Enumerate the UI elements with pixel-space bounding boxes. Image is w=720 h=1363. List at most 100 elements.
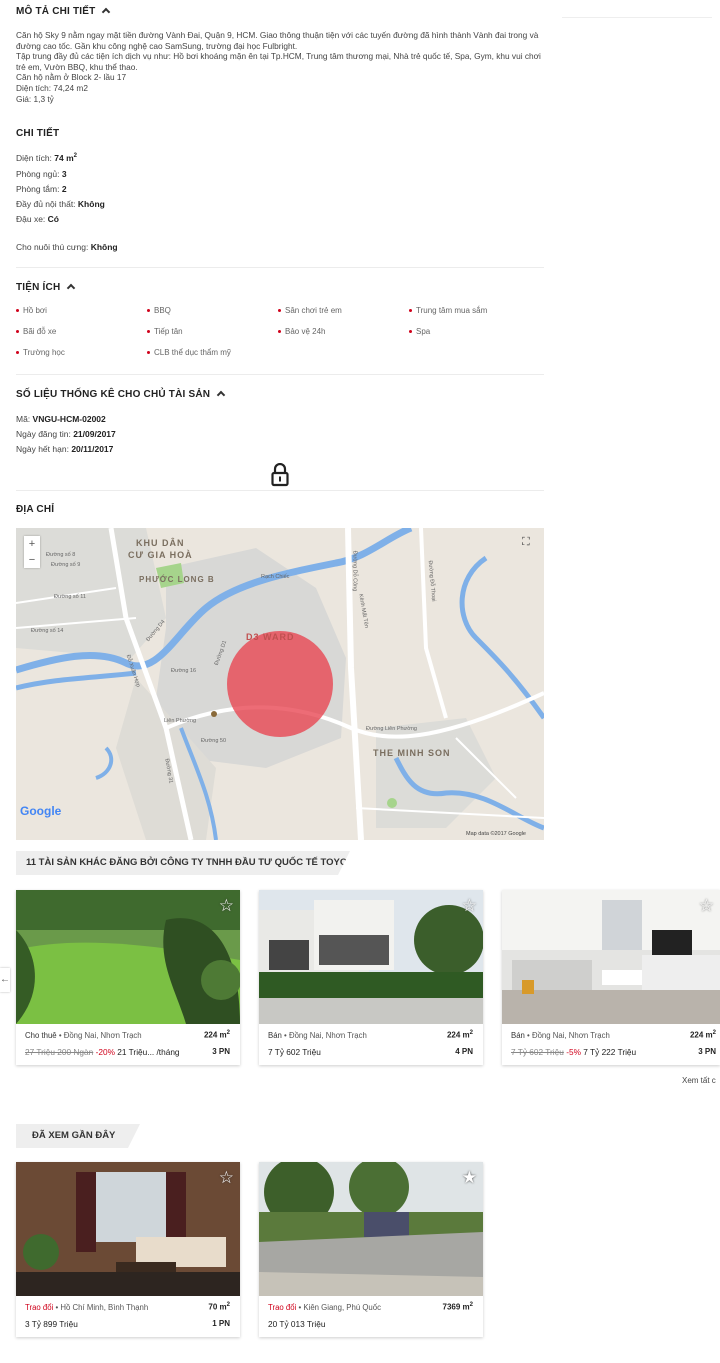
stats-header[interactable]: SỐ LIỆU THỐNG KÊ CHO CHỦ TÀI SẢN (16, 389, 226, 400)
listing-image[interactable] (502, 890, 720, 1024)
amenity-item: Hồ bơi (16, 306, 47, 315)
map-label: THE MINH SON (373, 748, 451, 758)
listing-rooms: 4 PN (455, 1047, 473, 1056)
listing-card[interactable]: ☆ Bán • Đồng Nai, Nhơn Trạch 224 m2 7 Tỷ… (259, 890, 483, 1065)
lock-icon[interactable] (271, 463, 289, 487)
zoom-control[interactable]: + − (24, 536, 40, 568)
recent-card[interactable]: ★ Trao đổi • Kiên Giang, Phú Quốc 7369 m… (259, 1162, 483, 1337)
listing-image[interactable] (259, 1162, 483, 1296)
street-label: Rạch Chiếc (261, 574, 290, 580)
recent-card[interactable]: ☆ Trao đổi • Hồ Chí Minh, Bình Thạnh 70 … (16, 1162, 240, 1337)
amenity-item: Sân chơi trẻ em (278, 306, 342, 315)
street-label: Đường Liên Phường (366, 726, 417, 732)
listing-location: Bán • Đồng Nai, Nhơn Trạch (511, 1031, 610, 1040)
zoom-out-button[interactable]: − (24, 552, 40, 568)
map-label: CƯ GIA HOÀ (128, 550, 193, 560)
amenity-item: Trường học (16, 348, 65, 357)
listing-image[interactable] (16, 890, 240, 1024)
recently-viewed-banner: ĐÃ XEM GẦN ĐÂY (16, 1124, 140, 1148)
listing-area: 224 m2 (446, 1030, 473, 1040)
description-text: Căn hộ Sky 9 nằm ngay mặt tiền đường Vàn… (16, 30, 544, 104)
listing-location: Trao đổi • Kiên Giang, Phú Quốc (268, 1303, 381, 1312)
map-data-attribution: Map data ©2017 Google (465, 831, 526, 837)
stat-expire: Ngày hết hạn: 20/11/2017 (16, 444, 114, 454)
google-logo: Google (20, 804, 62, 818)
map-label: PHƯỚC LONG B (139, 575, 215, 584)
amenity-item: Spa (409, 327, 430, 336)
star-icon[interactable]: ★ (462, 1168, 477, 1188)
street-label: Đường Dỗ Công (351, 550, 358, 592)
map-label: KHU DÂN (136, 538, 185, 548)
listing-price: 20 Tỷ 013 Triệu (268, 1319, 326, 1329)
listing-image[interactable] (259, 890, 483, 1024)
listing-card[interactable]: ☆ Bán • Đồng Nai, Nhơn Trạch 224 m2 7 Tỷ… (502, 890, 720, 1065)
listing-area: 7369 m2 (442, 1302, 473, 1312)
amenity-item: Bảo vệ 24h (278, 327, 325, 336)
listing-location: Bán • Đồng Nai, Nhơn Trạch (268, 1031, 367, 1040)
listing-card[interactable]: ☆ Cho thuê • Đồng Nai, Nhơn Trạch 224 m2… (16, 890, 240, 1065)
chevron-up-icon[interactable] (102, 7, 111, 17)
amenities-header[interactable]: TIỆN ÍCH (16, 282, 76, 293)
description-line: Diện tích: 74,24 m2 (16, 82, 88, 93)
street-label: Liên Phường (164, 718, 197, 724)
description-title: MÔ TẢ CHI TIẾT (16, 6, 96, 17)
listing-area: 224 m2 (689, 1030, 716, 1040)
description-header[interactable]: MÔ TẢ CHI TIẾT (16, 6, 111, 17)
street-label: Đường số 11 (54, 594, 86, 600)
detail-pets: Cho nuôi thú cưng: Không (16, 242, 118, 252)
chevron-up-icon[interactable] (216, 390, 226, 400)
details-title: CHI TIẾT (16, 128, 60, 139)
map[interactable]: + − ⛶ KHU DÂN CƯ GIA HOÀ PHƯỚC LONG B D3… (16, 528, 544, 840)
listing-rooms: 3 PN (698, 1047, 716, 1056)
carousel-prev-button[interactable]: ← (0, 968, 10, 992)
description-line: Căn hộ nằm ở Block 2- lầu 17 (16, 72, 127, 83)
listing-area: 224 m2 (203, 1030, 230, 1040)
detail-area: Diện tích: 74 m2 (16, 153, 77, 163)
address-title: ĐỊA CHỈ (16, 504, 55, 515)
listing-price: 27 Triệu 200 Ngàn -20% 21 Triệu... /thán… (25, 1047, 180, 1057)
street-label: Đường số 14 (31, 628, 64, 634)
amenities-title: TIỆN ÍCH (16, 282, 61, 293)
listing-price: 7 Tỷ 602 Triệu -5% 7 Tỷ 222 Triệu (511, 1047, 637, 1057)
street-label: Đường số 8 (46, 552, 76, 558)
amenity-item: Tiếp tân (147, 327, 183, 336)
other-listings-banner: 11 TÀI SẢN KHÁC ĐĂNG BỞI CÔNG TY TNHH ĐẦ… (16, 851, 350, 875)
amenity-item: CLB thể dục thẩm mỹ (147, 348, 231, 357)
listing-location: Trao đổi • Hồ Chí Minh, Bình Thạnh (25, 1303, 149, 1312)
top-divider (562, 17, 712, 18)
zoom-in-button[interactable]: + (24, 536, 40, 552)
chevron-up-icon[interactable] (67, 283, 76, 293)
listing-location: Cho thuê • Đồng Nai, Nhơn Trạch (25, 1031, 142, 1040)
listing-rooms: 3 PN (212, 1047, 230, 1056)
detail-bedrooms: Phòng ngủ: 3 (16, 169, 67, 179)
amenity-item: Trung tâm mua sắm (409, 306, 487, 315)
fullscreen-icon[interactable]: ⛶ (522, 536, 536, 550)
listing-rooms: 1 PN (212, 1319, 230, 1328)
description-line: Giá: 1,3 tỷ (16, 93, 54, 104)
star-icon[interactable]: ☆ (699, 896, 714, 916)
listing-area: 70 m2 (208, 1302, 230, 1312)
map-label: D3 WARD (246, 632, 295, 642)
star-icon[interactable]: ☆ (219, 1168, 234, 1188)
stats-title: SỐ LIỆU THỐNG KÊ CHO CHỦ TÀI SẢN (16, 389, 211, 400)
divider (16, 490, 544, 491)
star-icon[interactable]: ☆ (462, 896, 477, 916)
stat-posted: Ngày đăng tin: 21/09/2017 (16, 429, 116, 439)
description-line: Tập trung đầy đủ các tiện ích dịch vụ nh… (16, 51, 541, 72)
description-line: Căn hộ Sky 9 nằm ngay mặt tiền đường Vàn… (16, 30, 539, 51)
divider (16, 267, 544, 268)
map-pin-icon (211, 711, 217, 717)
amenity-item: BBQ (147, 306, 171, 315)
detail-bathrooms: Phòng tắm: 2 (16, 184, 67, 194)
detail-parking: Đậu xe: Có (16, 214, 60, 224)
listing-price: 7 Tỷ 602 Triệu (268, 1047, 321, 1057)
listing-image[interactable] (16, 1162, 240, 1296)
street-label: Đường 16 (171, 668, 197, 674)
street-label: Đường 50 (201, 738, 227, 744)
map-area-circle (227, 631, 333, 737)
street-label: Đường số 9 (51, 562, 81, 568)
listing-price: 3 Tỷ 899 Triệu (25, 1319, 78, 1329)
star-icon[interactable]: ☆ (219, 896, 234, 916)
detail-furnished: Đầy đủ nội thất: Không (16, 199, 105, 209)
see-all-link[interactable]: Xem tất c (682, 1076, 716, 1085)
